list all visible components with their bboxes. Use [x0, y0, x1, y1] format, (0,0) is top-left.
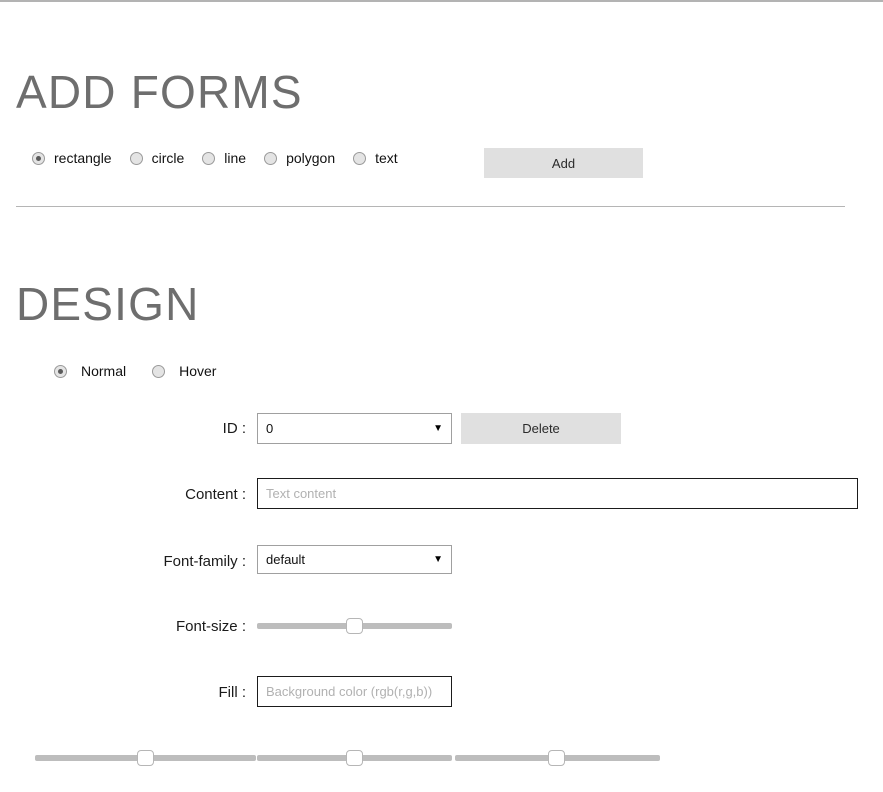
radio-label-text: text — [375, 150, 398, 166]
radio-label-line: line — [224, 150, 247, 166]
page-title-add-forms: ADD FORMS — [16, 65, 303, 118]
font-size-slider-thumb[interactable] — [346, 618, 363, 634]
radio-option-normal[interactable]: Normal — [54, 363, 126, 379]
fill-color-input[interactable] — [257, 676, 452, 707]
delete-button[interactable]: Delete — [461, 413, 621, 444]
radio-indicator-normal[interactable] — [54, 364, 67, 378]
font-family-select[interactable]: default ▼ — [257, 545, 452, 574]
radio-indicator-circle[interactable] — [129, 151, 143, 165]
radio-option-line[interactable]: line — [202, 150, 246, 166]
label-content: Content : — [185, 486, 246, 503]
fill-green-slider-thumb[interactable] — [346, 750, 363, 766]
radio-indicator-line[interactable] — [202, 151, 216, 165]
content-input[interactable] — [257, 478, 858, 509]
radio-option-polygon[interactable]: polygon — [264, 150, 335, 166]
radio-label-rectangle: rectangle — [54, 150, 112, 166]
fill-blue-slider[interactable] — [455, 747, 660, 769]
radio-label-polygon: polygon — [286, 150, 336, 166]
radio-indicator-text[interactable] — [353, 151, 367, 165]
section-divider — [16, 206, 845, 207]
page-title-design: DESIGN — [16, 277, 200, 330]
font-family-select-value: default — [266, 552, 306, 567]
fill-red-slider[interactable] — [35, 747, 256, 769]
font-size-slider[interactable] — [257, 615, 452, 637]
fill-green-slider[interactable] — [257, 747, 452, 769]
state-radio-group: Normal Hover — [54, 363, 242, 379]
shape-radio-group: rectangle circle line polygon text — [32, 150, 416, 166]
add-button[interactable]: Add — [484, 148, 643, 178]
fill-blue-slider-thumb[interactable] — [548, 750, 565, 766]
chevron-down-icon: ▼ — [433, 553, 443, 565]
radio-label-circle: circle — [151, 150, 185, 166]
label-id: ID : — [222, 420, 246, 437]
label-fill: Fill : — [218, 684, 247, 701]
radio-option-rectangle[interactable]: rectangle — [32, 150, 112, 166]
radio-label-hover: Hover — [179, 363, 217, 379]
id-select-value: 0 — [266, 421, 274, 436]
radio-indicator-polygon[interactable] — [264, 151, 278, 165]
fill-red-slider-thumb[interactable] — [137, 750, 154, 766]
radio-option-circle[interactable]: circle — [129, 150, 185, 166]
radio-option-hover[interactable]: Hover — [152, 363, 216, 379]
chevron-down-icon: ▼ — [433, 422, 443, 434]
radio-indicator-rectangle[interactable] — [32, 151, 45, 165]
radio-indicator-hover[interactable] — [152, 364, 166, 378]
label-font-family: Font-family : — [163, 553, 246, 570]
radio-label-normal: Normal — [81, 363, 127, 379]
id-select[interactable]: 0 ▼ — [257, 413, 452, 444]
label-font-size: Font-size : — [175, 618, 246, 635]
radio-option-text[interactable]: text — [353, 150, 398, 166]
